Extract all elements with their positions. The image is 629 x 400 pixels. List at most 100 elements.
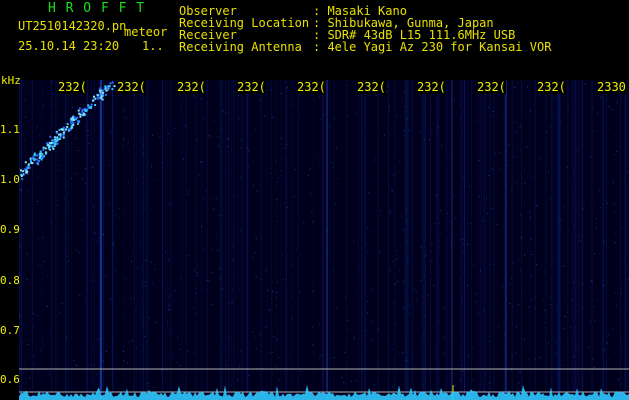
noise-speck [52, 94, 54, 96]
meteor-echo-pixel [99, 91, 102, 94]
noise-speck [280, 170, 282, 172]
noise-speck [151, 166, 153, 168]
noise-speck [112, 94, 114, 96]
noise-speck [422, 384, 424, 386]
noise-speck [255, 238, 257, 240]
noise-speck [515, 326, 517, 328]
noise-speck [123, 360, 125, 362]
noise-speck [132, 234, 134, 236]
noise-speck [623, 258, 625, 260]
meteor-echo-pixel [104, 85, 107, 88]
noise-speck [27, 344, 29, 345]
noise-speck [204, 190, 206, 192]
noise-speck [75, 364, 77, 366]
noise-speck [440, 210, 442, 212]
noise-speck [292, 264, 294, 266]
noise-speck [209, 263, 211, 265]
noise-speck [97, 239, 99, 241]
noise-speck [570, 177, 571, 179]
noise-speck [415, 291, 417, 292]
noise-streak [511, 80, 513, 400]
noise-speck [393, 301, 395, 303]
noise-speck [373, 230, 374, 232]
y-tick: 0.9 [0, 223, 20, 236]
noise-speck [97, 338, 99, 340]
noise-speck [122, 143, 124, 145]
noise-speck [228, 138, 230, 140]
meteor-echo-pixel [20, 175, 23, 177]
noise-streak [483, 80, 485, 400]
noise-speck [401, 216, 403, 218]
noise-speck [549, 126, 551, 128]
noise-speck [402, 96, 404, 98]
noise-speck [174, 127, 176, 129]
noise-speck [529, 217, 531, 219]
noise-speck [150, 164, 152, 166]
noise-speck [204, 201, 206, 202]
meteor-echo-pixel [78, 112, 81, 115]
noise-speck [215, 197, 217, 199]
noise-speck [524, 254, 526, 256]
noise-speck [144, 335, 146, 337]
noise-speck [371, 339, 373, 341]
noise-speck [489, 263, 491, 265]
noise-speck [131, 261, 133, 263]
noise-speck [446, 212, 448, 214]
noise-speck [233, 272, 235, 273]
noise-speck [433, 223, 435, 225]
meteor-echo-pixel [72, 122, 75, 124]
noise-speck [81, 178, 83, 180]
noise-speck [406, 219, 408, 221]
noise-speck [248, 150, 250, 152]
noise-speck [580, 235, 582, 236]
meteor-echo-pixel [49, 135, 52, 138]
noise-speck [285, 178, 287, 180]
noise-speck [562, 365, 564, 366]
noise-speck [462, 370, 464, 372]
noise-speck [193, 352, 195, 354]
noise-speck [194, 269, 196, 271]
noise-streak [551, 80, 552, 400]
noise-speck [140, 245, 141, 247]
noise-speck [153, 387, 155, 389]
noise-speck [221, 288, 223, 290]
noise-speck [489, 387, 491, 389]
meteor-echo-pixel [35, 158, 38, 161]
noise-speck [524, 202, 526, 204]
y-unit-label: kHz [1, 74, 21, 87]
noise-speck [152, 281, 154, 283]
noise-speck [137, 303, 139, 305]
noise-speck [20, 189, 22, 191]
noise-speck [36, 126, 38, 128]
noise-streak [493, 80, 495, 400]
noise-speck [576, 150, 578, 152]
noise-streak [393, 80, 395, 400]
noise-speck [598, 190, 600, 192]
noise-speck [398, 352, 400, 354]
noise-speck [27, 253, 28, 255]
noise-speck [552, 114, 554, 116]
noise-speck [143, 317, 145, 318]
noise-speck [406, 118, 408, 120]
noise-speck [544, 271, 546, 273]
noise-speck [413, 288, 415, 290]
noise-speck [439, 240, 441, 242]
noise-streak [220, 80, 222, 400]
noise-speck [218, 215, 220, 217]
noise-speck [586, 244, 588, 246]
noise-speck [72, 107, 74, 108]
noise-speck [549, 94, 551, 96]
noise-speck [469, 223, 471, 225]
meteor-echo-pixel [74, 117, 76, 120]
noise-speck [204, 288, 206, 290]
noise-speck [564, 206, 566, 208]
noise-speck [311, 286, 313, 288]
noise-speck [332, 269, 334, 271]
noise-speck [179, 364, 181, 366]
noise-speck [271, 298, 273, 300]
noise-streak [436, 80, 438, 400]
noise-speck [478, 159, 480, 161]
noise-speck [183, 158, 184, 160]
noise-speck [510, 369, 512, 371]
noise-speck [355, 380, 357, 382]
